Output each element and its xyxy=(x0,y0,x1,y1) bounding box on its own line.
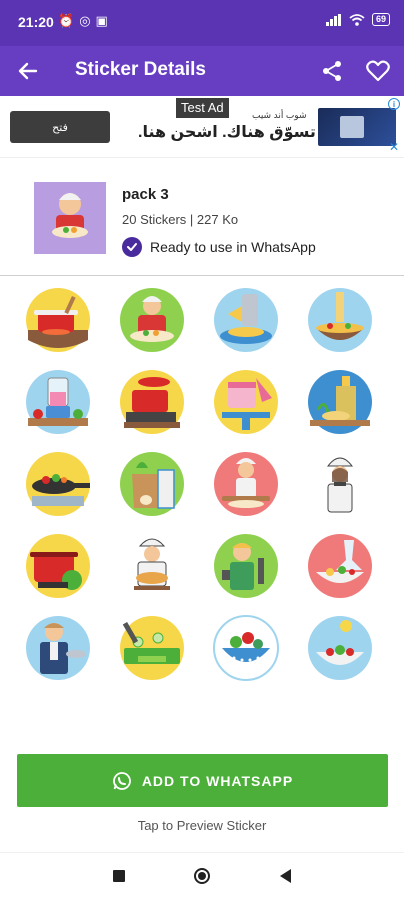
woman-chef-icon xyxy=(308,452,372,516)
notification-icon: ▣ xyxy=(95,13,108,28)
sticker-20[interactable] xyxy=(306,614,374,682)
sticker-4[interactable] xyxy=(306,286,374,354)
preview-hint: Tap to Preview Sticker xyxy=(137,818,267,833)
share-button[interactable] xyxy=(316,55,348,87)
oil-bottle-icon xyxy=(308,370,372,434)
frying-pan-icon xyxy=(26,452,90,516)
chopping-board-icon xyxy=(120,616,184,680)
colander-icon xyxy=(213,615,279,681)
wifi-icon xyxy=(349,13,365,26)
sticker-16[interactable] xyxy=(306,532,374,600)
sticker-grid xyxy=(14,282,390,702)
groceries-icon xyxy=(120,452,184,516)
waiter-icon xyxy=(26,616,90,680)
sticker-1[interactable] xyxy=(24,286,92,354)
whatsapp-icon xyxy=(112,771,131,790)
status-system-icons: 69 xyxy=(325,13,390,26)
signal-icon xyxy=(325,13,341,26)
pack-status-label: Ready to use in WhatsApp xyxy=(150,239,316,255)
pack-status: Ready to use in WhatsApp xyxy=(122,237,316,257)
sticker-9[interactable] xyxy=(24,450,92,518)
sticker-5[interactable] xyxy=(24,368,92,436)
add-to-whatsapp-button[interactable]: ADD TO WHATSAPP xyxy=(17,754,388,807)
pack-tray-icon xyxy=(34,182,106,254)
favorite-button[interactable] xyxy=(362,55,394,87)
salad-bowl-icon xyxy=(308,534,372,598)
pack-meta: 20 Stickers | 227 Ko xyxy=(122,212,239,227)
check-circle-icon xyxy=(122,237,142,257)
heart-outline-icon xyxy=(366,60,390,82)
sticker-11[interactable] xyxy=(212,450,280,518)
alarm-icon: ⏰ xyxy=(58,13,75,28)
system-navigation-bar xyxy=(0,852,404,900)
pack-name: pack 3 xyxy=(122,186,169,203)
blender-icon xyxy=(26,370,90,434)
chef-serving-icon xyxy=(120,288,184,352)
sticker-7[interactable] xyxy=(212,368,280,436)
sticker-6[interactable] xyxy=(118,368,186,436)
whatsapp-notification-icon: ◎ xyxy=(79,13,91,28)
sticker-8[interactable] xyxy=(306,368,374,436)
cook-with-spatula-icon xyxy=(214,534,278,598)
status-bar: 21:20 ⏰ ◎ ▣ 69 xyxy=(0,0,404,46)
boiling-pot-icon xyxy=(120,370,184,434)
add-to-whatsapp-label: ADD TO WHATSAPP xyxy=(141,772,294,789)
sticker-3[interactable] xyxy=(212,286,280,354)
soup-pot-icon xyxy=(26,534,90,598)
sticker-10[interactable] xyxy=(118,450,186,518)
chef-with-pie-icon xyxy=(120,534,184,598)
cooking-pot-icon xyxy=(26,288,90,352)
sticker-14[interactable] xyxy=(118,532,186,600)
ad-open-button[interactable]: فتح xyxy=(10,111,110,143)
app-bar: Sticker Details xyxy=(0,46,404,96)
recent-apps-button[interactable] xyxy=(113,870,125,882)
cake-icing-icon xyxy=(214,370,278,434)
sticker-17[interactable] xyxy=(24,614,92,682)
system-back-button[interactable] xyxy=(280,869,291,883)
pack-info: pack 3 20 Stickers | 227 Ko Ready to use… xyxy=(0,158,404,276)
pasta-bowl-icon xyxy=(308,288,372,352)
sticker-19[interactable] xyxy=(212,614,280,682)
sticker-2[interactable] xyxy=(118,286,186,354)
ad-image[interactable] xyxy=(318,108,396,146)
arrow-left-icon xyxy=(18,62,38,80)
ad-close-icon[interactable]: ✕ xyxy=(389,140,399,154)
sticker-13[interactable] xyxy=(24,532,92,600)
battery-indicator: 69 xyxy=(371,13,390,26)
sticker-12[interactable] xyxy=(306,450,374,518)
status-time: 21:20 xyxy=(18,14,54,30)
test-ad-badge: Test Ad xyxy=(176,98,229,118)
sticker-18[interactable] xyxy=(118,614,186,682)
ad-info-icon[interactable]: i xyxy=(388,98,400,110)
status-notification-icons: ⏰ ◎ ▣ xyxy=(58,13,108,29)
back-button[interactable] xyxy=(12,55,44,87)
baker-rolling-icon xyxy=(214,452,278,516)
cheese-grater-icon xyxy=(214,288,278,352)
share-icon xyxy=(323,61,341,81)
page-title: Sticker Details xyxy=(75,59,206,80)
ad-advertiser: شوب أند شيب xyxy=(252,110,307,120)
home-button[interactable] xyxy=(194,868,210,884)
sticker-15[interactable] xyxy=(212,532,280,600)
ad-headline: تسوّق هناك. اشحن هنا. xyxy=(138,124,316,141)
fresh-salad-icon xyxy=(308,616,372,680)
